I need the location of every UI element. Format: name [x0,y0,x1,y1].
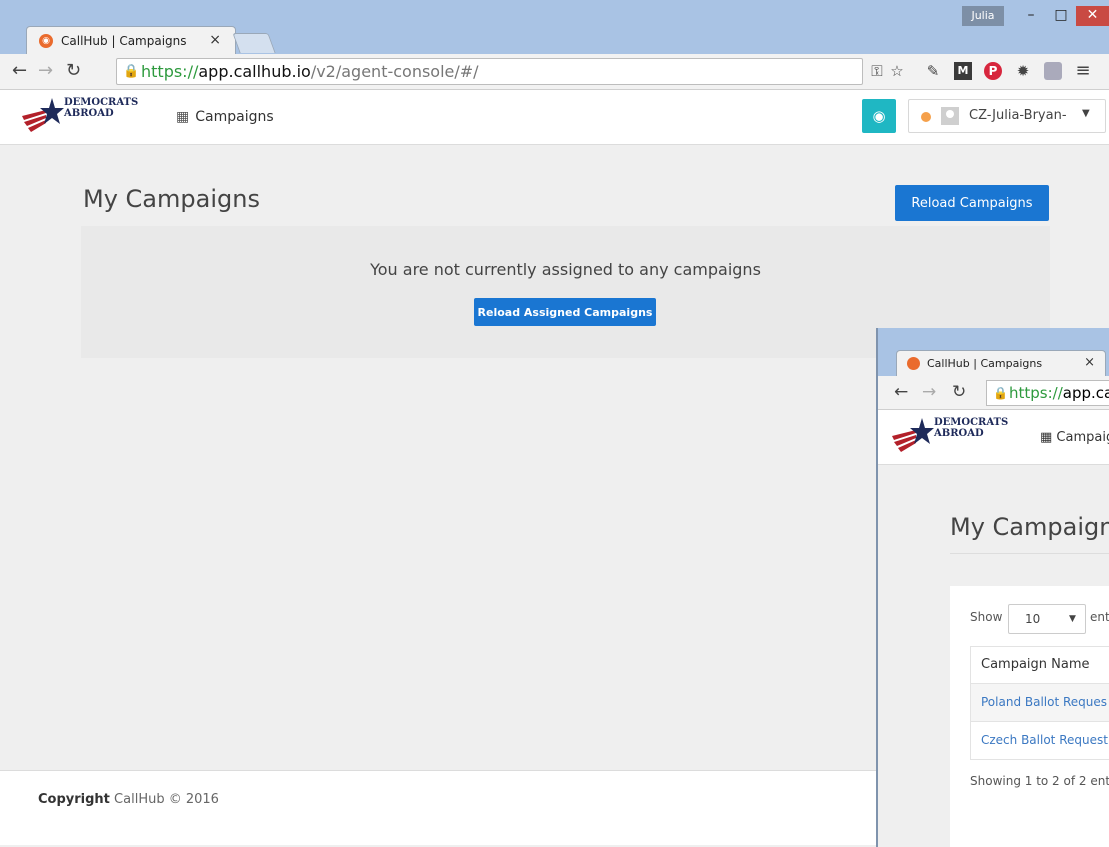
url-host: app.callhub.io [198,62,311,81]
show-label: Show [970,610,1003,624]
profile-badge[interactable]: Julia [962,6,1004,26]
menu-hamburger-icon[interactable]: ≡ [1074,62,1092,80]
agent-name: CZ-Julia-Bryan- [969,108,1067,123]
logo-line1: DEMOCRATS [934,417,1009,428]
page-title: My Campaigns [83,185,260,213]
reload-assigned-campaigns-button[interactable]: Reload Assigned Campaigns [474,298,656,326]
democrats-abroad-logo[interactable]: DEMOCRATS ABROAD [890,416,1030,460]
nav-campaigns-label: Campaigns [195,109,274,125]
table-grid-icon: ▦ [176,109,190,125]
table-row[interactable]: Poland Ballot Reques [970,684,1109,722]
caret-down-icon: ▼ [1069,614,1076,624]
browser-tab[interactable]: ◉ CallHub | Campaigns × [26,26,236,54]
table-header-campaign-name[interactable]: Campaign Name [970,646,1109,684]
nav-campaigns-link[interactable]: ▦ Campaig [1040,430,1109,445]
page-title: My Campaigns [950,513,1109,541]
url-scheme: https:// [141,62,199,81]
logo-flag-star-icon [22,98,64,132]
logo-line2: ABROAD [64,108,114,119]
table-grid-icon: ▦ [1040,430,1057,445]
copyright: Copyright CallHub © 2016 [38,792,219,807]
tab-close-icon[interactable]: × [209,32,221,48]
reload-icon[interactable]: ↻ [952,382,966,402]
key-icon[interactable]: ⚿ [868,62,886,80]
campaigns-table-card: Show 10 ▼ ent Campaign Name Poland Ballo… [950,586,1109,847]
nav-campaigns-label: Campaig [1056,430,1109,445]
caret-down-icon: ▼ [1082,108,1090,119]
page-content: DEMOCRATS ABROAD ▦ Campaig My Campaigns … [878,410,1109,847]
url-path: /v2/agent-console/#/ [310,62,479,81]
address-bar[interactable]: 🔒 https://app.ca [986,380,1109,406]
browser-toolbar: ← → ↻ 🔒 https://app.ca [878,376,1109,410]
globe-status-button[interactable]: ◉ [862,99,896,133]
settings-gear-icon[interactable]: ✹ [1014,62,1032,80]
back-arrow-icon[interactable]: ← [894,382,908,402]
mailtrack-extension-icon[interactable]: M [954,62,972,80]
lock-icon: 🔒 [123,64,140,79]
url-scheme: https:// [1009,384,1063,402]
tab-title: CallHub | Campaigns [927,357,1043,370]
new-tab-button[interactable] [232,33,276,53]
url-host: app.ca [1062,384,1109,402]
globe-icon: ◉ [872,107,886,125]
entries-per-page-value: 10 [1025,612,1041,626]
minimize-button[interactable]: – [1016,6,1046,26]
reload-icon[interactable]: ↻ [66,60,81,81]
close-window-button[interactable]: ✕ [1076,6,1109,26]
copyright-text: CallHub © 2016 [114,792,219,807]
tab-close-icon[interactable]: × [1084,355,1095,370]
back-arrow-icon[interactable]: ← [12,60,27,81]
entries-label: ent [1090,610,1109,624]
eyedropper-extension-icon[interactable]: ✎ [924,62,942,80]
table-row[interactable]: Czech Ballot Request [970,722,1109,760]
lock-icon: 🔒 [993,386,1008,400]
callhub-favicon-icon [907,357,920,370]
avatar [941,107,959,125]
table-info-text: Showing 1 to 2 of 2 ent [970,774,1109,788]
browser-toolbar: ← → ↻ 🔒 https://app.callhub.io/v2/agent-… [0,54,1109,90]
address-bar[interactable]: 🔒 https://app.callhub.io/v2/agent-consol… [116,58,863,85]
app-header: DEMOCRATS ABROAD ▦ Campaig [878,410,1109,465]
second-browser-window: CallHub | Campaigns × ← → ↻ 🔒 https://ap… [876,328,1109,847]
bookmark-star-icon[interactable]: ☆ [888,62,906,80]
extension-square-icon[interactable] [1044,62,1062,80]
browser-tab[interactable]: CallHub | Campaigns × [896,350,1106,376]
logo-line2: ABROAD [934,428,984,439]
empty-state-message: You are not currently assigned to any ca… [370,260,761,279]
forward-arrow-icon[interactable]: → [38,60,53,81]
nav-campaigns-link[interactable]: ▦ Campaigns [176,109,274,125]
callhub-favicon-icon: ◉ [39,34,53,48]
pinterest-extension-icon[interactable]: P [984,62,1002,80]
maximize-button[interactable]: □ [1046,6,1076,26]
logo-flag-star-icon [892,418,934,452]
divider [950,553,1109,554]
reload-campaigns-button[interactable]: Reload Campaigns [895,185,1049,221]
app-header: DEMOCRATS ABROAD ▦ Campaigns ◉ CZ-Julia-B… [0,90,1109,145]
democrats-abroad-logo[interactable]: DEMOCRATS ABROAD [20,96,160,140]
tab-title: CallHub | Campaigns [61,34,187,48]
copyright-label: Copyright [38,792,110,807]
title-bar: ◉ CallHub | Campaigns × Julia – □ ✕ [0,0,1109,54]
logo-line1: DEMOCRATS [64,97,139,108]
forward-arrow-icon[interactable]: → [922,382,936,402]
status-dot-icon [921,112,931,122]
entries-per-page-select[interactable]: 10 ▼ [1008,604,1086,634]
agent-dropdown[interactable]: CZ-Julia-Bryan- ▼ [908,99,1106,133]
